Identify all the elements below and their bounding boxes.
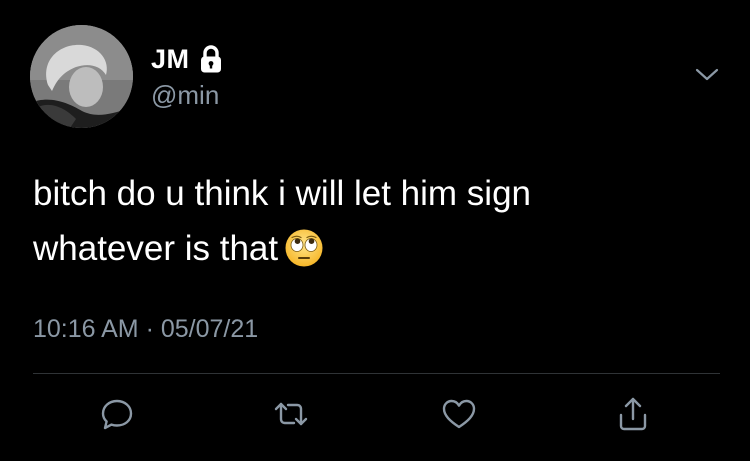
share-button[interactable] xyxy=(610,393,656,439)
tweet-text-line-1: bitch do u think i will let him sign xyxy=(33,174,531,213)
reply-icon xyxy=(99,396,135,437)
tweet-time: 10:16 AM xyxy=(33,315,139,343)
tweet-timestamp[interactable]: 10:16 AM · 05/07/21 xyxy=(33,312,258,346)
lock-icon xyxy=(198,44,224,74)
name-row[interactable]: JM xyxy=(151,41,224,77)
like-button[interactable] xyxy=(436,393,482,439)
avatar-photo xyxy=(30,25,133,128)
tweet-text-line-2: whatever is that xyxy=(33,221,713,276)
display-name[interactable]: JM xyxy=(151,45,190,73)
retweet-button[interactable] xyxy=(268,393,314,439)
face-with-rolling-eyes-icon xyxy=(284,228,324,268)
share-icon xyxy=(615,395,651,438)
like-icon xyxy=(440,396,478,437)
tweet-text-line-2-text: whatever is that xyxy=(33,229,279,268)
divider xyxy=(33,373,720,374)
user-handle[interactable]: @min xyxy=(151,78,219,112)
avatar[interactable] xyxy=(30,25,133,128)
tweet-date: 05/07/21 xyxy=(160,315,259,343)
retweet-icon xyxy=(271,396,311,437)
chevron-down-icon[interactable] xyxy=(693,62,721,86)
reply-button[interactable] xyxy=(94,393,140,439)
meta-separator: · xyxy=(145,315,154,343)
tweet-text: bitch do u think i will let him sign wha… xyxy=(33,166,713,276)
